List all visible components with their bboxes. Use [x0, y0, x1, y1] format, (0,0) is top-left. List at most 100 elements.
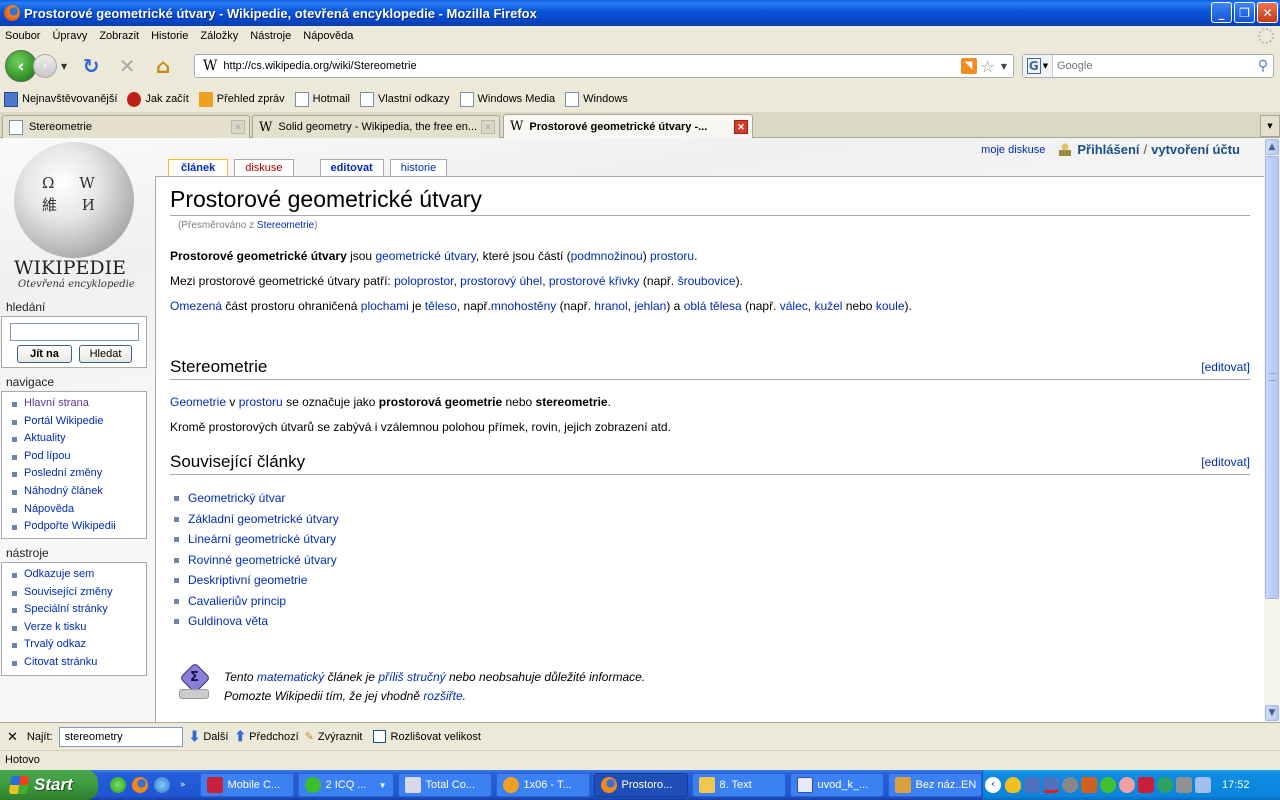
related-link[interactable]: Základní geometrické útvary: [174, 509, 339, 530]
mail-icon[interactable]: [1119, 777, 1135, 793]
link-geometry[interactable]: Geometrie: [170, 395, 226, 409]
nav-main-page[interactable]: Hlavní strana: [11, 395, 146, 413]
tool-printable-version[interactable]: Verze k tisku: [11, 619, 146, 637]
scroll-up-button[interactable]: ▲: [1265, 139, 1279, 155]
tab-stereometrie[interactable]: Stereometrie ✕: [2, 115, 250, 138]
task-media-player[interactable]: 1x06 - T...: [495, 773, 590, 797]
tab-article[interactable]: článek: [168, 159, 229, 176]
tab-discussion[interactable]: diskuse: [234, 159, 294, 176]
display-icon[interactable]: [1176, 777, 1192, 793]
link-surfaces[interactable]: plochami: [361, 299, 409, 313]
volume-icon[interactable]: [1081, 777, 1097, 793]
link-subset[interactable]: podmnožinou: [571, 249, 643, 263]
link-round-solids[interactable]: oblá tělesa: [684, 299, 742, 313]
network-icon[interactable]: [1024, 777, 1040, 793]
my-talk-link[interactable]: moje diskuse: [981, 144, 1045, 156]
link-bounded[interactable]: Omezená: [170, 299, 222, 313]
bookmark-windows-media[interactable]: Windows Media: [459, 91, 555, 107]
link-cone[interactable]: kužel: [814, 299, 842, 313]
link-solid[interactable]: těleso: [425, 299, 457, 313]
task-icq[interactable]: 2 ICQ ... ▼: [297, 773, 394, 797]
link-cylinder[interactable]: válec: [780, 299, 808, 313]
mobile-connect-icon[interactable]: [1138, 777, 1154, 793]
link-sphere[interactable]: koule: [876, 299, 905, 313]
link-space[interactable]: prostoru: [239, 395, 283, 409]
url-history-dropdown-icon[interactable]: ▼: [1001, 62, 1007, 71]
start-button[interactable]: Start: [0, 770, 98, 800]
tab-history[interactable]: historie: [389, 159, 448, 176]
tool-related-changes[interactable]: Související změny: [11, 584, 146, 602]
minimize-button[interactable]: _: [1211, 2, 1232, 23]
quick-launch-more-icon[interactable]: »: [180, 780, 186, 790]
link-half-space[interactable]: poloprostor: [394, 274, 453, 288]
link-expand[interactable]: rozšiřte: [423, 689, 462, 703]
tray-globe-icon[interactable]: [1157, 777, 1173, 793]
rss-feed-icon[interactable]: ◥: [960, 58, 977, 74]
search-button[interactable]: Hledat: [79, 345, 132, 363]
close-find-bar-icon[interactable]: ✕: [7, 729, 18, 745]
tab-edit[interactable]: editovat: [319, 159, 384, 176]
url-input[interactable]: http://cs.wikipedia.org/wiki/Stereometri…: [223, 60, 960, 72]
home-button[interactable]: ⌂: [151, 54, 175, 78]
bookmark-hotmail[interactable]: Hotmail: [294, 91, 350, 107]
edit-section-link[interactable]: [editovat]: [1201, 360, 1250, 374]
bookmark-windows[interactable]: Windows: [565, 91, 628, 107]
nav-current-events[interactable]: Aktuality: [11, 430, 146, 448]
nav-random-article[interactable]: Náhodný článek: [11, 483, 146, 501]
task-total-commander[interactable]: Total Co...: [397, 773, 492, 797]
tool-cite-page[interactable]: Citovat stránku: [11, 654, 146, 672]
related-link[interactable]: Geometrický útvar: [174, 488, 339, 509]
task-mobile-c[interactable]: Mobile C...: [199, 773, 294, 797]
related-link[interactable]: Lineární geometrické útvary: [174, 529, 339, 550]
find-input[interactable]: [58, 726, 183, 747]
nav-portal[interactable]: Portál Wikipedie: [11, 413, 146, 431]
nav-help[interactable]: Nápověda: [11, 501, 146, 519]
magnifier-icon[interactable]: ⚲: [1253, 58, 1273, 74]
close-window-button[interactable]: ✕: [1257, 2, 1278, 23]
bookmark-getting-started[interactable]: Jak začít: [127, 91, 189, 107]
tool-what-links-here[interactable]: Odkazuje sem: [11, 566, 146, 584]
link-space[interactable]: prostoru: [650, 249, 694, 263]
link-too-short[interactable]: příliš stručný: [378, 670, 445, 684]
match-case-checkbox[interactable]: Rozlišovat velikost: [372, 730, 481, 743]
menu-nastroje[interactable]: Nástroje: [245, 30, 296, 42]
bookmark-star-icon[interactable]: ☆: [981, 57, 995, 76]
link-polyhedra[interactable]: mnohostěny: [491, 299, 556, 313]
link-helix[interactable]: šroubovice: [678, 274, 736, 288]
task-folder[interactable]: 8. Text: [691, 773, 786, 797]
search-input[interactable]: [1053, 56, 1253, 76]
language-indicator[interactable]: EN: [961, 779, 976, 791]
security-shield-icon[interactable]: [1005, 777, 1021, 793]
firefox-icon[interactable]: [132, 777, 148, 793]
show-hidden-icons-button[interactable]: ‹: [985, 777, 1001, 793]
nav-recent-changes[interactable]: Poslední změny: [11, 465, 146, 483]
link-pyramid[interactable]: jehlan: [634, 299, 666, 313]
go-button[interactable]: Jít na: [17, 345, 72, 363]
wiki-search-input[interactable]: [10, 323, 139, 341]
find-previous-button[interactable]: ⬆ Předchozí: [234, 728, 298, 745]
close-tab-icon[interactable]: ✕: [734, 119, 748, 134]
icq-icon[interactable]: [110, 777, 126, 793]
tab-solid-geometry[interactable]: W Solid geometry - Wikipedia, the free e…: [252, 115, 500, 138]
menu-soubor[interactable]: Soubor: [0, 30, 45, 42]
stop-button[interactable]: ✕: [115, 54, 139, 78]
related-link[interactable]: Rovinné geometrické útvary: [174, 550, 339, 571]
bookmark-most-visited[interactable]: Nejnavštěvovanější: [4, 91, 117, 107]
redirect-link[interactable]: Stereometrie: [257, 220, 314, 231]
nav-village-pump[interactable]: Pod lípou: [11, 448, 146, 466]
tab-list-dropdown[interactable]: ▼: [1260, 115, 1280, 137]
menu-zobrazit[interactable]: Zobrazit: [94, 30, 144, 42]
bluetooth-icon[interactable]: [1195, 777, 1211, 793]
link-mathematical[interactable]: matematický: [257, 670, 324, 684]
bookmark-news-feed[interactable]: Přehled zpráv: [198, 91, 285, 107]
highlight-all-button[interactable]: ✎ Zvýraznit: [305, 730, 363, 744]
network-disconnected-icon[interactable]: [1043, 777, 1059, 793]
link-space-curves[interactable]: prostorové křivky: [549, 274, 640, 288]
scroll-thumb[interactable]: [1265, 156, 1279, 599]
find-next-button[interactable]: ⬇ Další: [189, 728, 229, 745]
close-tab-icon[interactable]: ✕: [481, 120, 495, 134]
wikipedia-logo[interactable]: Ω W 維 И WIKIPEDIE Otevřená encyklopedie: [6, 140, 142, 296]
menu-zalozky[interactable]: Záložky: [195, 30, 243, 42]
history-dropdown-icon[interactable]: ▼: [61, 62, 67, 71]
forward-button[interactable]: ›: [33, 54, 57, 78]
